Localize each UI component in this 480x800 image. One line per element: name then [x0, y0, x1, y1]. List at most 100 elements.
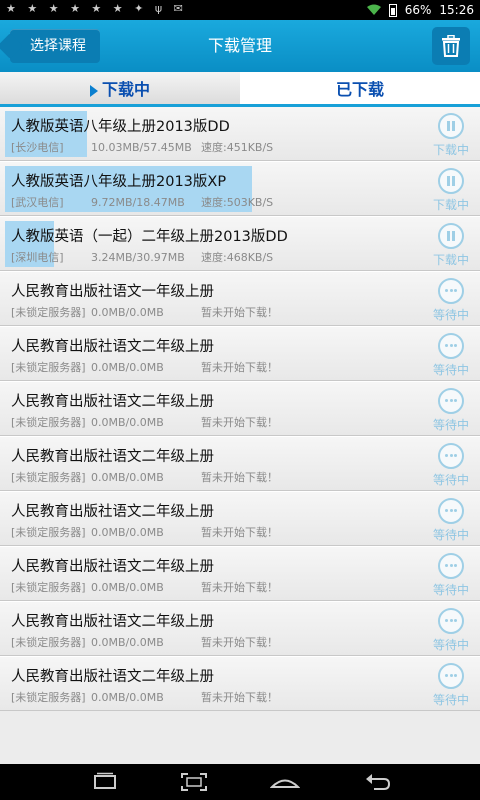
- clock: 15:26: [439, 3, 474, 17]
- tab-downloaded[interactable]: 已下载: [240, 72, 480, 107]
- item-info: [深圳电信] 3.24MB/30.97MB 速度:468KB/S: [11, 249, 273, 265]
- more-icon: [438, 278, 464, 304]
- tab-downloading[interactable]: 下载中: [0, 72, 240, 107]
- recent-apps-icon[interactable]: [92, 772, 118, 792]
- item-speed: 速度:451KB/S: [201, 141, 274, 154]
- list-item[interactable]: 人民教育出版社语文二年级上册 [未锁定服务器] 0.0MB/0.0MB 暂未开始下载…: [0, 326, 480, 381]
- tab-downloading-label: 下载中: [101, 80, 150, 99]
- item-size: 10.03MB/57.45MB: [91, 141, 192, 154]
- list-item[interactable]: 人教版英语八年级上册2013版DD [长沙电信] 10.03MB/57.45MB 速…: [0, 107, 480, 161]
- pause-icon: [438, 113, 464, 139]
- item-speed: 暂未开始下载！: [201, 526, 278, 539]
- list-item[interactable]: 人民教育出版社语文一年级上册 [未锁定服务器] 0.0MB/0.0MB 暂未开始下载…: [0, 271, 480, 326]
- item-speed: 暂未开始下载！: [201, 416, 278, 429]
- item-status: 下载中: [432, 198, 469, 212]
- item-server: [未锁定服务器]: [11, 471, 86, 484]
- system-nav-bar: [0, 764, 480, 800]
- pause-button[interactable]: 下载中: [429, 168, 473, 213]
- pause-icon: [438, 168, 464, 194]
- waiting-button[interactable]: 等待中: [429, 278, 473, 323]
- item-info: [长沙电信] 10.03MB/57.45MB 速度:451KB/S: [11, 139, 273, 155]
- status-right: 66% 15:26: [366, 3, 474, 17]
- item-title: 人民教育出版社语文二年级上册: [11, 669, 214, 685]
- more-icon: [438, 608, 464, 634]
- app-header: 选择课程 下载管理: [0, 20, 480, 72]
- item-server: [长沙电信]: [11, 141, 64, 154]
- item-title: 人民教育出版社语文二年级上册: [11, 339, 214, 355]
- item-status: 等待中: [432, 693, 469, 707]
- waiting-button[interactable]: 等待中: [429, 608, 473, 653]
- play-arrow-icon: [89, 84, 98, 97]
- back-icon[interactable]: [364, 772, 392, 792]
- more-icon: [438, 553, 464, 579]
- item-title: 人民教育出版社语文二年级上册: [11, 394, 214, 410]
- item-speed: 暂未开始下载！: [201, 471, 278, 484]
- wifi-icon: [366, 4, 381, 15]
- list-item[interactable]: 人民教育出版社语文二年级上册 [未锁定服务器] 0.0MB/0.0MB 暂未开始下载…: [0, 546, 480, 601]
- waiting-button[interactable]: 等待中: [429, 663, 473, 708]
- item-speed: 速度:503KB/S: [201, 196, 274, 209]
- item-status: 等待中: [432, 418, 469, 432]
- waiting-button[interactable]: 等待中: [429, 443, 473, 488]
- item-size: 0.0MB/0.0MB: [91, 526, 164, 539]
- pause-icon: [438, 223, 464, 249]
- more-icon: [438, 333, 464, 359]
- item-size: 0.0MB/0.0MB: [91, 471, 164, 484]
- list-item[interactable]: 人民教育出版社语文二年级上册 [未锁定服务器] 0.0MB/0.0MB 暂未开始下载…: [0, 491, 480, 546]
- item-size: 0.0MB/0.0MB: [91, 306, 164, 319]
- pause-button[interactable]: 下载中: [429, 223, 473, 268]
- item-info: [未锁定服务器] 0.0MB/0.0MB 暂未开始下载！: [11, 524, 278, 540]
- item-size: 0.0MB/0.0MB: [91, 361, 164, 374]
- screenshot-icon[interactable]: [180, 772, 208, 792]
- item-info: [武汉电信] 9.72MB/18.47MB 速度:503KB/S: [11, 194, 273, 210]
- item-server: [未锁定服务器]: [11, 416, 86, 429]
- waiting-button[interactable]: 等待中: [429, 388, 473, 433]
- battery-icon: [388, 3, 397, 17]
- item-status: 等待中: [432, 308, 469, 322]
- list-item[interactable]: 人民教育出版社语文二年级上册 [未锁定服务器] 0.0MB/0.0MB 暂未开始下载…: [0, 656, 480, 711]
- pause-button[interactable]: 下载中: [429, 113, 473, 158]
- item-title: 人教版英语（一起）二年级上册2013版DD: [11, 229, 288, 245]
- item-status: 等待中: [432, 473, 469, 487]
- item-server: [未锁定服务器]: [11, 361, 86, 374]
- item-status: 等待中: [432, 528, 469, 542]
- item-status: 等待中: [432, 583, 469, 597]
- home-icon[interactable]: [270, 772, 300, 792]
- item-speed: 暂未开始下载！: [201, 691, 278, 704]
- item-server: [未锁定服务器]: [11, 636, 86, 649]
- more-icon: [438, 443, 464, 469]
- list-item[interactable]: 人教版英语（一起）二年级上册2013版DD [深圳电信] 3.24MB/30.97…: [0, 216, 480, 271]
- trash-icon: [442, 35, 460, 57]
- waiting-button[interactable]: 等待中: [429, 333, 473, 378]
- item-status: 下载中: [432, 253, 469, 267]
- list-item[interactable]: 人民教育出版社语文二年级上册 [未锁定服务器] 0.0MB/0.0MB 暂未开始下载…: [0, 601, 480, 656]
- list-item[interactable]: 人民教育出版社语文二年级上册 [未锁定服务器] 0.0MB/0.0MB 暂未开始下载…: [0, 381, 480, 436]
- item-title: 人教版英语八年级上册2013版XP: [11, 174, 227, 190]
- item-size: 9.72MB/18.47MB: [91, 196, 185, 209]
- item-server: [深圳电信]: [11, 251, 64, 264]
- item-status: 下载中: [432, 143, 469, 157]
- list-item[interactable]: 人民教育出版社语文二年级上册 [未锁定服务器] 0.0MB/0.0MB 暂未开始下载…: [0, 436, 480, 491]
- item-info: [未锁定服务器] 0.0MB/0.0MB 暂未开始下载！: [11, 689, 278, 705]
- item-title: 人民教育出版社语文二年级上册: [11, 449, 214, 465]
- download-list: 人教版英语八年级上册2013版DD [长沙电信] 10.03MB/57.45MB 速…: [0, 107, 480, 711]
- item-status: 等待中: [432, 638, 469, 652]
- item-title: 人民教育出版社语文二年级上册: [11, 614, 214, 630]
- item-info: [未锁定服务器] 0.0MB/0.0MB 暂未开始下载！: [11, 414, 278, 430]
- waiting-button[interactable]: 等待中: [429, 498, 473, 543]
- item-info: [未锁定服务器] 0.0MB/0.0MB 暂未开始下载！: [11, 634, 278, 650]
- item-size: 3.24MB/30.97MB: [91, 251, 185, 264]
- waiting-button[interactable]: 等待中: [429, 553, 473, 598]
- item-info: [未锁定服务器] 0.0MB/0.0MB 暂未开始下载！: [11, 469, 278, 485]
- item-server: [未锁定服务器]: [11, 581, 86, 594]
- item-speed: 暂未开始下载！: [201, 636, 278, 649]
- more-icon: [438, 388, 464, 414]
- item-info: [未锁定服务器] 0.0MB/0.0MB 暂未开始下载！: [11, 359, 278, 375]
- tab-downloaded-label: 已下载: [335, 80, 384, 99]
- item-title: 人教版英语八年级上册2013版DD: [11, 119, 230, 135]
- item-size: 0.0MB/0.0MB: [91, 636, 164, 649]
- delete-button[interactable]: [432, 27, 470, 65]
- list-item[interactable]: 人教版英语八年级上册2013版XP [武汉电信] 9.72MB/18.47MB 速度…: [0, 161, 480, 216]
- item-info: [未锁定服务器] 0.0MB/0.0MB 暂未开始下载！: [11, 304, 278, 320]
- item-title: 人民教育出版社语文二年级上册: [11, 504, 214, 520]
